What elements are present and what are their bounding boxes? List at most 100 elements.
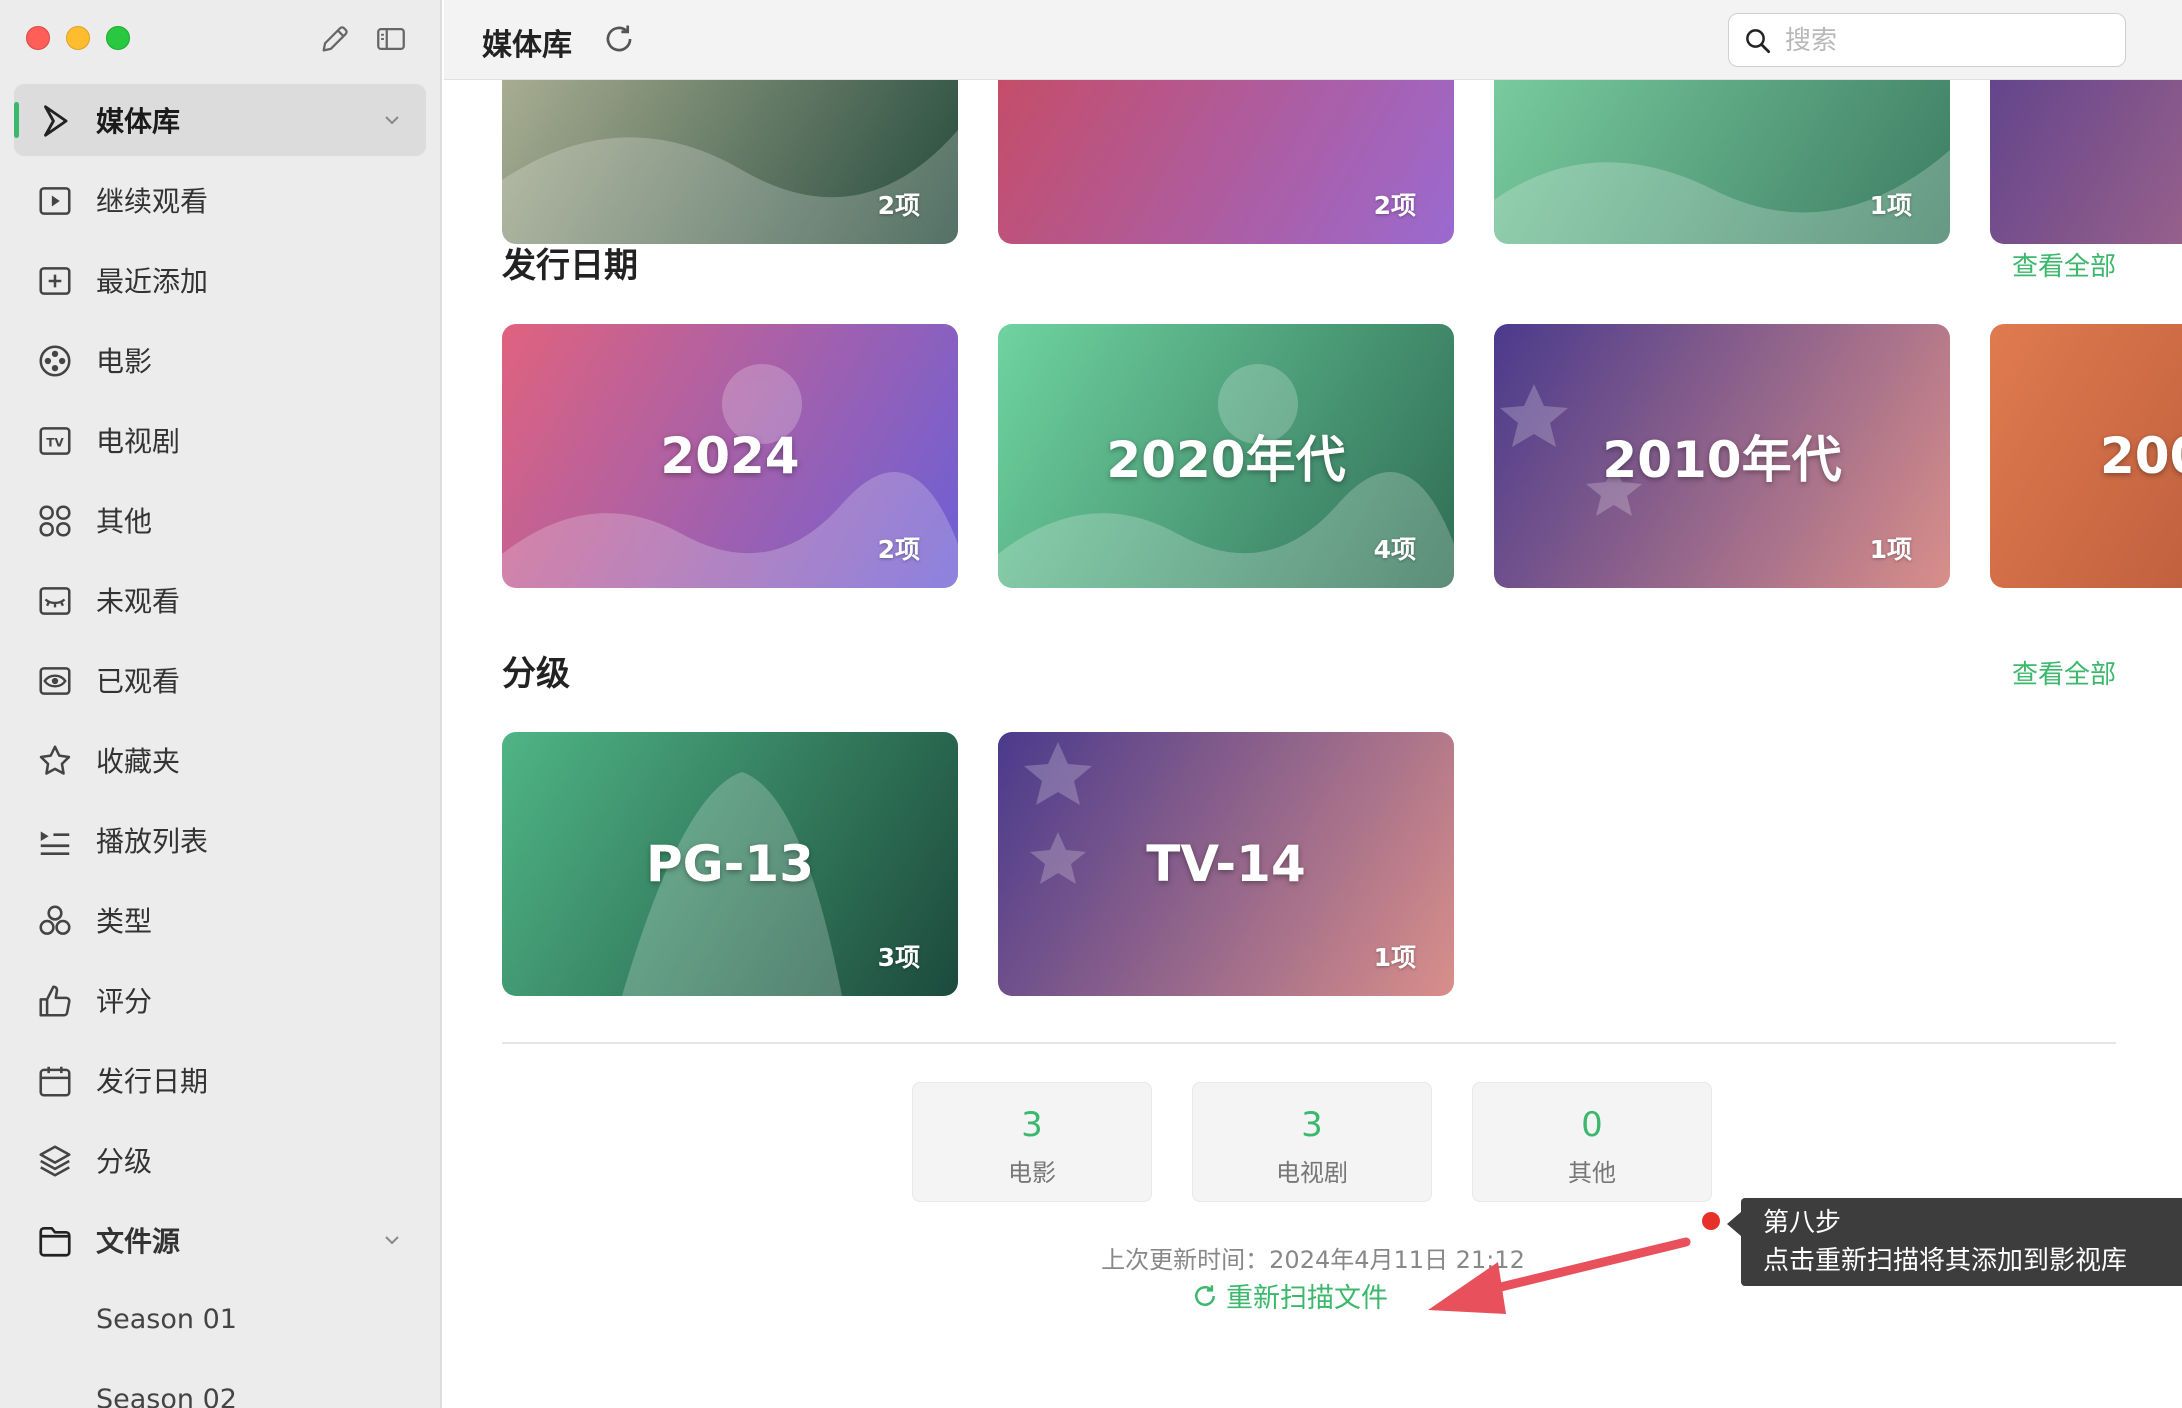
film-reel-icon [39, 345, 71, 377]
item-count: 1项 [1869, 535, 1912, 564]
source-item-season-02[interactable]: Season 02 [96, 1384, 237, 1408]
sidebar-item-label: 媒体库 [96, 105, 181, 138]
annotation-text: 点击重新扫描将其添加到影视库 [1763, 1246, 2128, 1276]
release-card-2010s[interactable]: 2010年代 1项 [1494, 324, 1950, 588]
sidebar-item-movies[interactable]: 电影 [14, 324, 426, 396]
sidebar-item-media-library[interactable]: 媒体库 [14, 84, 426, 156]
toolbar: 媒体库 [444, 0, 2182, 80]
grid-circles-icon [39, 505, 71, 537]
category-card[interactable]: 1项 [1494, 80, 1950, 244]
sidebar-item-release-date[interactable]: 发行日期 [14, 1044, 426, 1116]
rescan-files-button[interactable]: 重新扫描文件 [1190, 1276, 1388, 1315]
sidebar-item-playlists[interactable]: 播放列表 [14, 804, 426, 876]
sidebar-item-label: 分级 [96, 1145, 153, 1178]
sidebar-item-favorites[interactable]: 收藏夹 [14, 724, 426, 796]
sidebar-item-file-sources[interactable]: 文件源 [14, 1204, 426, 1276]
genre-circles-icon [39, 905, 71, 935]
stat-tv-shows: 3 电视剧 [1192, 1082, 1432, 1202]
sidebar-item-other[interactable]: 其他 [14, 484, 426, 556]
rescan-icon [1195, 1284, 1215, 1306]
folder-icon [39, 1226, 71, 1257]
star-icon [39, 745, 71, 775]
search-field[interactable] [1728, 13, 2126, 67]
see-all-rating-link[interactable]: 查看全部 [2012, 654, 2116, 691]
stat-label: 其他 [1568, 1159, 1616, 1187]
active-indicator [14, 102, 19, 138]
sidebar-item-genres[interactable]: 类型 [14, 884, 426, 956]
sidebar-item-rating-levels[interactable]: 分级 [14, 1124, 426, 1196]
category-card[interactable]: 2项 [502, 80, 958, 244]
eye-closed-icon [39, 587, 71, 615]
card-label: 2010年代 [1602, 431, 1842, 489]
sidebar-item-recently-added[interactable]: 最近添加 [14, 244, 426, 316]
sidebar-item-label: 电影 [96, 345, 153, 378]
calendar-icon [39, 1066, 71, 1097]
rescan-label: 重新扫描文件 [1226, 1283, 1388, 1314]
sidebar-item-label: 继续观看 [96, 185, 209, 218]
sidebar-item-label: 电视剧 [96, 425, 181, 458]
page-title: 媒体库 [482, 28, 572, 63]
annotation-step: 第八步 [1763, 1208, 1842, 1238]
category-card[interactable]: 2项 [998, 80, 1454, 244]
release-card-2024[interactable]: 2024 2项 [502, 324, 958, 588]
item-count: 1项 [1869, 191, 1912, 220]
stat-other: 0 其他 [1472, 1082, 1712, 1202]
sidebar-item-label: 收藏夹 [96, 745, 181, 778]
playlist-icon [40, 831, 70, 856]
card-label: 2024 [660, 427, 800, 485]
sidebar-item-continue-watching[interactable]: 继续观看 [14, 164, 426, 236]
sidebar-item-unwatched[interactable]: 未观看 [14, 564, 426, 636]
card-label: 2020年代 [1106, 431, 1346, 489]
layers-icon [39, 1145, 71, 1177]
sidebar-item-label: 文件源 [96, 1225, 181, 1258]
section-title-release-date: 发行日期 [502, 246, 638, 286]
release-card-2020s[interactable]: 2020年代 4项 [998, 324, 1454, 588]
annotation-dot [1702, 1212, 1720, 1230]
item-count: 2项 [877, 191, 920, 220]
stat-value: 3 [1301, 1105, 1323, 1145]
chevron-down-icon[interactable] [380, 1228, 404, 1252]
rating-card-pg13[interactable]: PG-13 3项 [502, 732, 958, 996]
app-window: 媒体库 继续观看 最近添加 电影 TV 电视剧 其他 未观看 已观看 收藏夹 播… [0, 0, 2182, 1408]
thumbs-up-icon [39, 985, 71, 1017]
maximize-window-button[interactable] [106, 26, 130, 50]
sidebar-item-ratings[interactable]: 评分 [14, 964, 426, 1036]
sidebar-item-watched[interactable]: 已观看 [14, 644, 426, 716]
release-card-2000s[interactable]: 200 [1990, 324, 2182, 588]
sidebar-item-label: 已观看 [96, 665, 181, 698]
card-label: PG-13 [645, 835, 815, 893]
section-divider [502, 1042, 2116, 1044]
see-all-release-date-link[interactable]: 查看全部 [2012, 246, 2116, 283]
sidebar-item-label: 未观看 [96, 585, 181, 618]
sidebar-toggle-icon[interactable] [374, 22, 408, 56]
item-count: 2项 [1373, 191, 1416, 220]
item-count: 3项 [877, 943, 920, 972]
edit-pencil-icon[interactable] [318, 22, 352, 56]
source-item-season-01[interactable]: Season 01 [96, 1304, 237, 1335]
sidebar: 媒体库 继续观看 最近添加 电影 TV 电视剧 其他 未观看 已观看 收藏夹 播… [0, 0, 442, 1408]
sidebar-item-label: 评分 [96, 985, 153, 1018]
search-input[interactable] [1785, 22, 2105, 60]
play-square-icon [39, 187, 71, 215]
sidebar-item-label: 最近添加 [96, 265, 209, 298]
tv-icon: TV [39, 427, 71, 455]
close-window-button[interactable] [26, 26, 50, 50]
sidebar-item-tv-shows[interactable]: TV 电视剧 [14, 404, 426, 476]
chevron-down-icon[interactable] [380, 108, 404, 132]
stat-label: 电影 [1008, 1159, 1056, 1187]
card-label: 200 [2100, 427, 2182, 485]
annotation-tooltip: 第八步 点击重新扫描将其添加到影视库 [1727, 1198, 2182, 1286]
category-card[interactable] [1990, 80, 2182, 244]
annotation-arrow [1428, 1237, 1691, 1314]
svg-text:TV: TV [46, 436, 64, 450]
minimize-window-button[interactable] [66, 26, 90, 50]
section-title-rating: 分级 [502, 654, 570, 694]
stat-value: 3 [1021, 1105, 1043, 1145]
item-count: 2项 [877, 535, 920, 564]
stat-value: 0 [1581, 1105, 1603, 1145]
refresh-icon[interactable] [600, 20, 638, 58]
sidebar-item-label: 类型 [96, 905, 153, 938]
rating-card-tv14[interactable]: TV-14 1项 [998, 732, 1454, 996]
plus-square-icon [39, 267, 71, 295]
item-count: 4项 [1373, 535, 1416, 564]
